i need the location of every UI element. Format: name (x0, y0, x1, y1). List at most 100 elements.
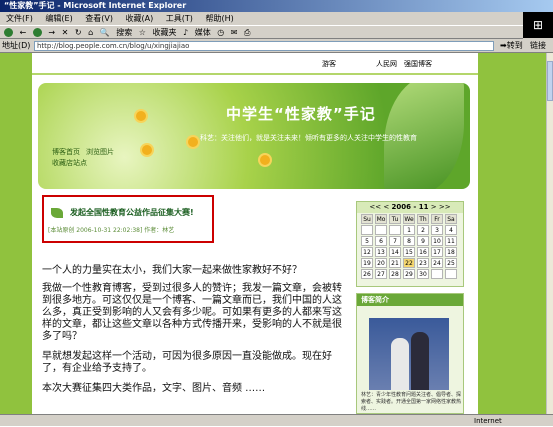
next-year-button[interactable]: >> (439, 203, 451, 211)
calendar-day[interactable]: 7 (389, 236, 401, 246)
calendar-day[interactable]: 23 (417, 258, 429, 268)
calendar-day[interactable]: 22 (403, 258, 415, 268)
article-header: 发起全国性教育公益作品征集大赛! [本站原创 2006-10-31 22:02:… (42, 195, 214, 243)
favorites-icon[interactable]: ☆ (139, 26, 146, 38)
stop-icon[interactable]: ✕ (62, 26, 69, 38)
calendar-empty-cell (431, 269, 443, 279)
tab-browse-pictures[interactable]: 浏览图片 (86, 147, 114, 157)
calendar-day[interactable]: 1 (403, 225, 415, 235)
calendar-day[interactable]: 15 (403, 247, 415, 257)
page-viewport: 游客 人民网 强国博客 中学生“性家教”手记 科艺：关注他们，就是关注未来！倾听… (0, 53, 546, 414)
calendar-day[interactable]: 6 (375, 236, 387, 246)
article-paragraph: 早就想发起这样一个活动，可因为很多原因一直没能做成。现在好了，有企业给予支持了。 (42, 351, 332, 374)
forward-button[interactable]: → (48, 26, 55, 38)
calendar-day[interactable]: 24 (431, 258, 443, 268)
calendar-day[interactable]: 25 (445, 258, 457, 268)
back-button[interactable]: ← (20, 26, 27, 38)
refresh-icon[interactable]: ↻ (75, 26, 82, 38)
mail-icon[interactable]: ✉ (231, 26, 238, 38)
calendar-day[interactable]: 21 (389, 258, 401, 268)
profile-heading: 博客简介 (357, 294, 463, 306)
address-input[interactable]: http://blog.people.com.cn/blog/u/xingjia… (34, 41, 494, 51)
go-label: 转到 (506, 41, 523, 50)
window-title: “性家教”手记 - Microsoft Internet Explorer (0, 0, 553, 12)
calendar-weekday: Mo (375, 214, 387, 224)
calendar-empty-cell (445, 269, 457, 279)
calendar-weekday: Sa (445, 214, 457, 224)
print-icon[interactable]: ⎙ (244, 26, 250, 38)
back-icon[interactable] (4, 28, 13, 37)
history-icon[interactable]: ◷ (217, 26, 224, 38)
calendar-day[interactable]: 3 (431, 225, 443, 235)
calendar-day[interactable]: 29 (403, 269, 415, 279)
calendar-day[interactable]: 19 (361, 258, 373, 268)
menu-edit[interactable]: 编辑(E) (45, 12, 72, 25)
media-icon[interactable]: ♪ (183, 26, 188, 38)
home-icon[interactable]: ⌂ (88, 26, 93, 38)
tab-blog-home[interactable]: 博客首页 (52, 147, 80, 157)
menu-tools[interactable]: 工具(T) (166, 12, 193, 25)
next-month-button[interactable]: > (431, 203, 437, 211)
calendar-day[interactable]: 28 (389, 269, 401, 279)
status-bar: Internet (0, 414, 553, 426)
calendar-day[interactable]: 18 (445, 247, 457, 257)
search-button[interactable]: 搜索 (116, 26, 132, 38)
prev-month-button[interactable]: < (383, 203, 389, 211)
calendar-weekday: Tu (389, 214, 401, 224)
profile-photo (369, 318, 449, 390)
article-paragraph: 一个人的力量实在太小，我们大家一起来做性家教好不好？ (42, 265, 302, 276)
nav-strong-blog[interactable]: 强国博客 (404, 53, 432, 75)
calendar-widget: << < 2006 - 11 > >> Su Mo Tu We Th Fr Sa 1 2 3 4 5 6… (356, 201, 464, 287)
calendar-day[interactable]: 20 (375, 258, 387, 268)
article-meta: [本站原创 2006-10-31 22:02:38] 作者：林艺 (48, 227, 175, 234)
calendar-day[interactable]: 4 (445, 225, 457, 235)
favorites-button[interactable]: 收藏夹 (153, 26, 177, 38)
calendar-day[interactable]: 30 (417, 269, 429, 279)
calendar-day[interactable]: 27 (375, 269, 387, 279)
forward-icon[interactable] (32, 28, 42, 37)
profile-text: 林艺：青少年性教育问题关注者、倡导者、探索者、实践者。开通全国第一家网络性家教热… (361, 392, 462, 412)
flower-icon (260, 155, 270, 165)
calendar-day[interactable]: 9 (417, 236, 429, 246)
menu-view[interactable]: 查看(V) (85, 12, 113, 25)
leaf-icon (51, 208, 63, 218)
calendar-day[interactable]: 16 (417, 247, 429, 257)
windows-logo-icon: ⊞ (523, 12, 553, 38)
links-button[interactable]: 链接 (530, 40, 546, 52)
address-label: 地址(D) (2, 41, 31, 50)
browser-window: “性家教”手记 - Microsoft Internet Explorer 文件… (0, 0, 553, 426)
scrollbar-thumb[interactable] (547, 61, 553, 101)
calendar-day[interactable]: 13 (375, 247, 387, 257)
calendar-day[interactable]: 10 (431, 236, 443, 246)
calendar-day[interactable]: 5 (361, 236, 373, 246)
article-title[interactable]: 发起全国性教育公益作品征集大赛! (70, 207, 194, 218)
calendar-weekday: Su (361, 214, 373, 224)
blog-title: 中学生“性家教”手记 (226, 105, 376, 123)
search-icon[interactable]: 🔍 (100, 26, 110, 38)
calendar-day[interactable]: 12 (361, 247, 373, 257)
menu-help[interactable]: 帮助(H) (205, 12, 233, 25)
calendar-day[interactable]: 17 (431, 247, 443, 257)
calendar-weekday: Th (417, 214, 429, 224)
calendar-header: << < 2006 - 11 > >> (357, 202, 463, 213)
calendar-day[interactable]: 2 (417, 225, 429, 235)
nav-people[interactable]: 人民网 (376, 53, 397, 75)
go-button[interactable]: ➡转到 (500, 40, 523, 52)
calendar-weekday: We (403, 214, 415, 224)
calendar-day[interactable]: 11 (445, 236, 457, 246)
menu-file[interactable]: 文件(F) (6, 12, 33, 25)
calendar-day[interactable]: 14 (389, 247, 401, 257)
prev-year-button[interactable]: << (369, 203, 381, 211)
calendar-day[interactable]: 26 (361, 269, 373, 279)
tab-favorite-sites[interactable]: 收藏店站点 (52, 158, 87, 168)
blogger-profile: 博客简介 林艺：青少年性教育问题关注者、倡导者、探索者、实践者。开通全国第一家网… (356, 293, 464, 414)
media-button[interactable]: 媒体 (195, 26, 211, 38)
flower-icon (136, 111, 146, 121)
nav-visitor[interactable]: 游客 (322, 53, 336, 75)
toolbar: ← → ✕ ↻ ⌂ 🔍 搜索 ☆ 收藏夹 ♪ 媒体 ◷ ✉ ⎙ (0, 25, 523, 39)
blog-slogan: 科艺：关注他们，就是关注未来！倾听有更多的人关注中学生的性教育 (200, 134, 417, 142)
vertical-scrollbar[interactable] (546, 53, 553, 414)
calendar-day[interactable]: 8 (403, 236, 415, 246)
menu-favorites[interactable]: 收藏(A) (126, 12, 154, 25)
flower-icon (188, 137, 198, 147)
